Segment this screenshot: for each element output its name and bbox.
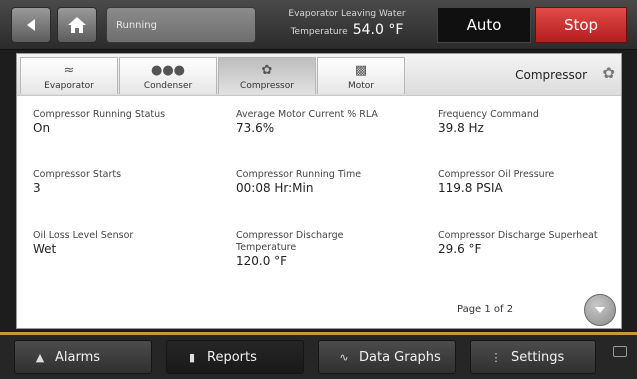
auto-label: Auto bbox=[466, 16, 502, 34]
chevron-down-icon bbox=[595, 307, 605, 313]
reading-label: Compressor Discharge Temperature bbox=[236, 230, 344, 253]
nav-label: Data Graphs bbox=[359, 349, 441, 365]
data-graphs-button[interactable]: ∿ Data Graphs bbox=[318, 340, 456, 374]
reading-label: Compressor Running Status bbox=[33, 109, 166, 120]
reports-button[interactable]: ▮ Reports bbox=[166, 340, 304, 374]
home-icon bbox=[68, 17, 86, 33]
back-arrow-icon bbox=[27, 19, 35, 31]
stop-button[interactable]: Stop bbox=[535, 7, 627, 43]
reading-value: 120.0 °F bbox=[236, 254, 288, 268]
section-title: Compressor bbox=[515, 68, 587, 82]
tab-condenser[interactable]: ●●● Condenser bbox=[119, 57, 217, 94]
evaporator-icon: ≈ bbox=[63, 63, 75, 78]
page-indicator: Page 1 of 2 bbox=[457, 304, 514, 315]
tab-evaporator[interactable]: ≈ Evaporator bbox=[20, 57, 118, 94]
nav-label: Reports bbox=[207, 349, 257, 365]
reading-running-time: Compressor Running Time 00:08 Hr:Min bbox=[236, 169, 436, 196]
reading-oil-loss-sensor: Oil Loss Level Sensor Wet bbox=[33, 230, 233, 257]
reading-label: Average Motor Current % RLA bbox=[236, 109, 378, 120]
tab-compressor[interactable]: ✿ Compressor bbox=[218, 57, 316, 94]
compressor-icon: ✿ bbox=[602, 64, 615, 82]
reading-label: Frequency Command bbox=[438, 109, 539, 120]
reading-compressor-starts: Compressor Starts 3 bbox=[33, 169, 233, 196]
settings-icon: ⋮ bbox=[490, 350, 502, 364]
condenser-icon: ●●● bbox=[150, 63, 186, 78]
bottom-nav: ▲ Alarms ▮ Reports ∿ Data Graphs ⋮ Setti… bbox=[0, 335, 637, 379]
page-down-button[interactable] bbox=[584, 294, 616, 326]
nav-label: Settings bbox=[511, 349, 565, 365]
motor-icon: ▩ bbox=[354, 63, 368, 78]
home-button[interactable] bbox=[57, 7, 97, 43]
reading-label: Compressor Oil Pressure bbox=[438, 169, 555, 180]
reading-oil-pressure: Compressor Oil Pressure 119.8 PSIA bbox=[438, 169, 637, 196]
reading-value: 73.6% bbox=[236, 121, 275, 135]
nav-label: Alarms bbox=[55, 349, 101, 365]
lwt-label: Evaporator Leaving Water bbox=[288, 9, 406, 19]
lwt-label-2: Temperature bbox=[290, 27, 348, 37]
reading-motor-current: Average Motor Current % RLA 73.6% bbox=[236, 109, 436, 136]
report-icon: ▮ bbox=[188, 350, 196, 364]
graph-icon: ∿ bbox=[339, 350, 349, 364]
reading-value: 3 bbox=[33, 181, 41, 195]
reading-label: Compressor Running Time bbox=[236, 169, 362, 180]
reading-value: 39.8 Hz bbox=[438, 121, 484, 135]
reading-value: 119.8 PSIA bbox=[438, 181, 503, 195]
settings-button[interactable]: ⋮ Settings bbox=[470, 340, 596, 374]
tab-motor[interactable]: ▩ Motor bbox=[317, 57, 405, 94]
status-field: Running bbox=[106, 7, 256, 43]
content-panel: ≈ Evaporator ●●● Condenser ✿ Compressor … bbox=[16, 53, 622, 329]
stop-label: Stop bbox=[563, 16, 599, 34]
chat-icon[interactable] bbox=[613, 346, 627, 357]
alarms-button[interactable]: ▲ Alarms bbox=[14, 340, 152, 374]
tab-label: Motor bbox=[347, 81, 374, 91]
reading-label: Oil Loss Level Sensor bbox=[33, 230, 134, 241]
leaving-water-temp: Evaporator Leaving Water Temperature 54.… bbox=[262, 9, 432, 38]
tab-label: Condenser bbox=[143, 81, 193, 91]
tab-label: Compressor bbox=[240, 81, 294, 91]
reading-value: 29.6 °F bbox=[438, 242, 482, 256]
tab-label: Evaporator bbox=[44, 81, 94, 91]
reading-value: 00:08 Hr:Min bbox=[236, 181, 314, 195]
status-text: Running bbox=[116, 20, 157, 31]
reading-label: Compressor Starts bbox=[33, 169, 122, 180]
top-bar: Running Evaporator Leaving Water Tempera… bbox=[0, 0, 637, 50]
reading-discharge-superheat: Compressor Discharge Superheat 29.6 °F bbox=[438, 230, 637, 257]
reading-discharge-temperature: Compressor Discharge Temperature 120.0 °… bbox=[236, 230, 356, 269]
bell-icon: ▲ bbox=[35, 350, 45, 364]
reading-label: Compressor Discharge Superheat bbox=[438, 230, 598, 241]
reading-frequency-command: Frequency Command 39.8 Hz bbox=[438, 109, 637, 136]
auto-button[interactable]: Auto bbox=[437, 7, 531, 43]
tab-strip: ≈ Evaporator ●●● Condenser ✿ Compressor … bbox=[17, 54, 621, 96]
back-button[interactable] bbox=[11, 7, 51, 43]
lwt-value: 54.0 °F bbox=[352, 22, 404, 38]
reading-value: Wet bbox=[33, 242, 57, 256]
compressor-icon: ✿ bbox=[261, 63, 273, 78]
reading-running-status: Compressor Running Status On bbox=[33, 109, 233, 136]
reading-value: On bbox=[33, 121, 51, 135]
